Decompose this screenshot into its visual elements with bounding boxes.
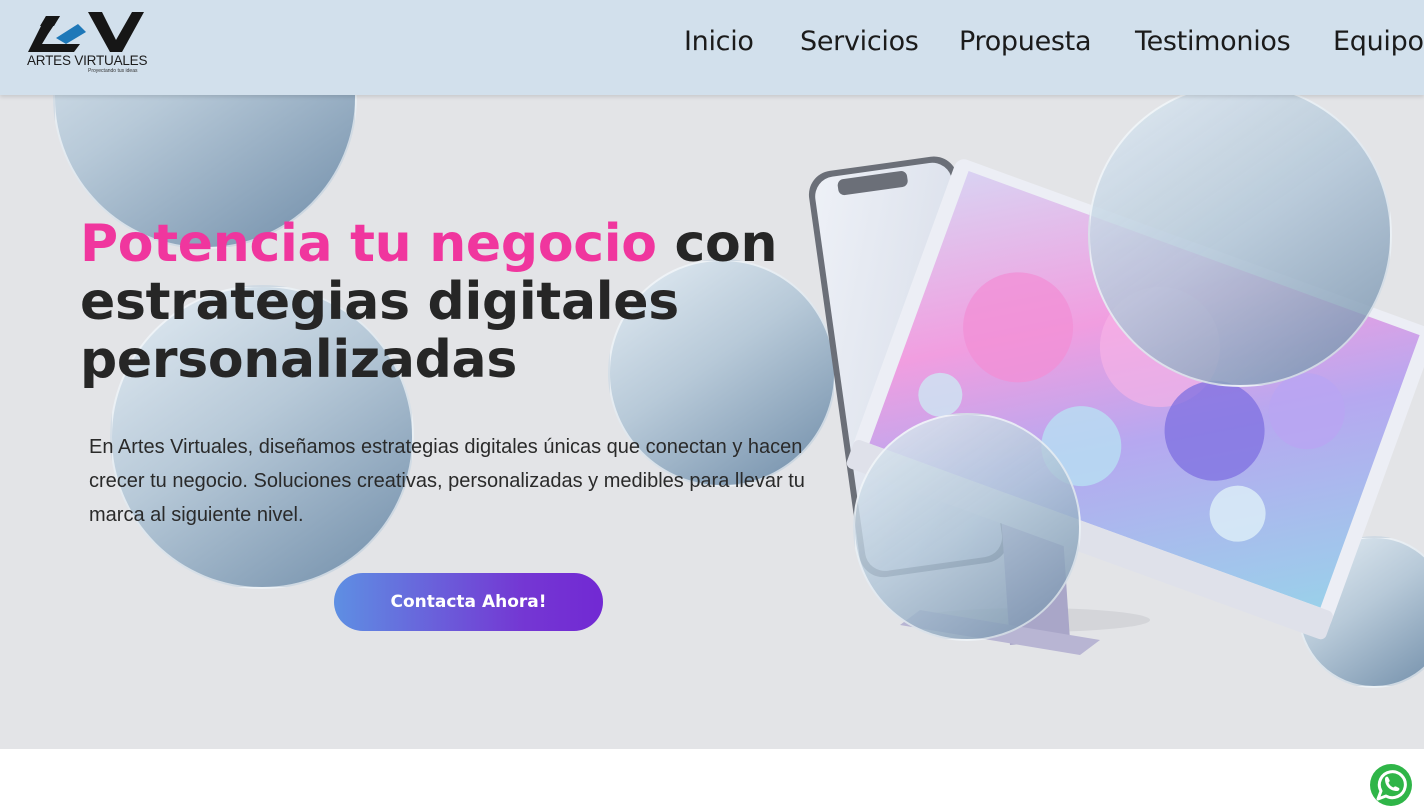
logo-tagline: Proyectando tus ideas [88,68,138,74]
hero-description: En Artes Virtuales, diseñamos estrategia… [89,436,805,526]
nav-item-inicio[interactable]: Inicio [684,26,754,57]
whatsapp-button[interactable] [1366,760,1416,810]
decorative-bubble [853,413,1081,641]
av-logo-icon [28,12,144,52]
nav-item-equipo[interactable]: Equipo [1333,26,1424,57]
nav-item-propuesta[interactable]: Propuesta [959,26,1092,57]
site-header: ARTES VIRTUALES Proyectando tus ideas In… [0,0,1424,95]
decorative-bubble [1088,95,1392,387]
site-logo[interactable]: ARTES VIRTUALES Proyectando tus ideas [26,10,148,80]
whatsapp-icon [1367,761,1415,809]
logo-name: ARTES VIRTUALES [27,53,148,68]
hero-title: Potencia tu negocio con estrategias digi… [80,215,860,389]
contact-now-button[interactable]: Contacta Ahora! [334,573,603,631]
nav-item-testimonios[interactable]: Testimonios [1135,26,1291,57]
nav-item-servicios[interactable]: Servicios [800,26,919,57]
hero-title-highlight: Potencia tu negocio [80,214,657,274]
hero-section: Potencia tu negocio con estrategias digi… [0,95,1424,749]
